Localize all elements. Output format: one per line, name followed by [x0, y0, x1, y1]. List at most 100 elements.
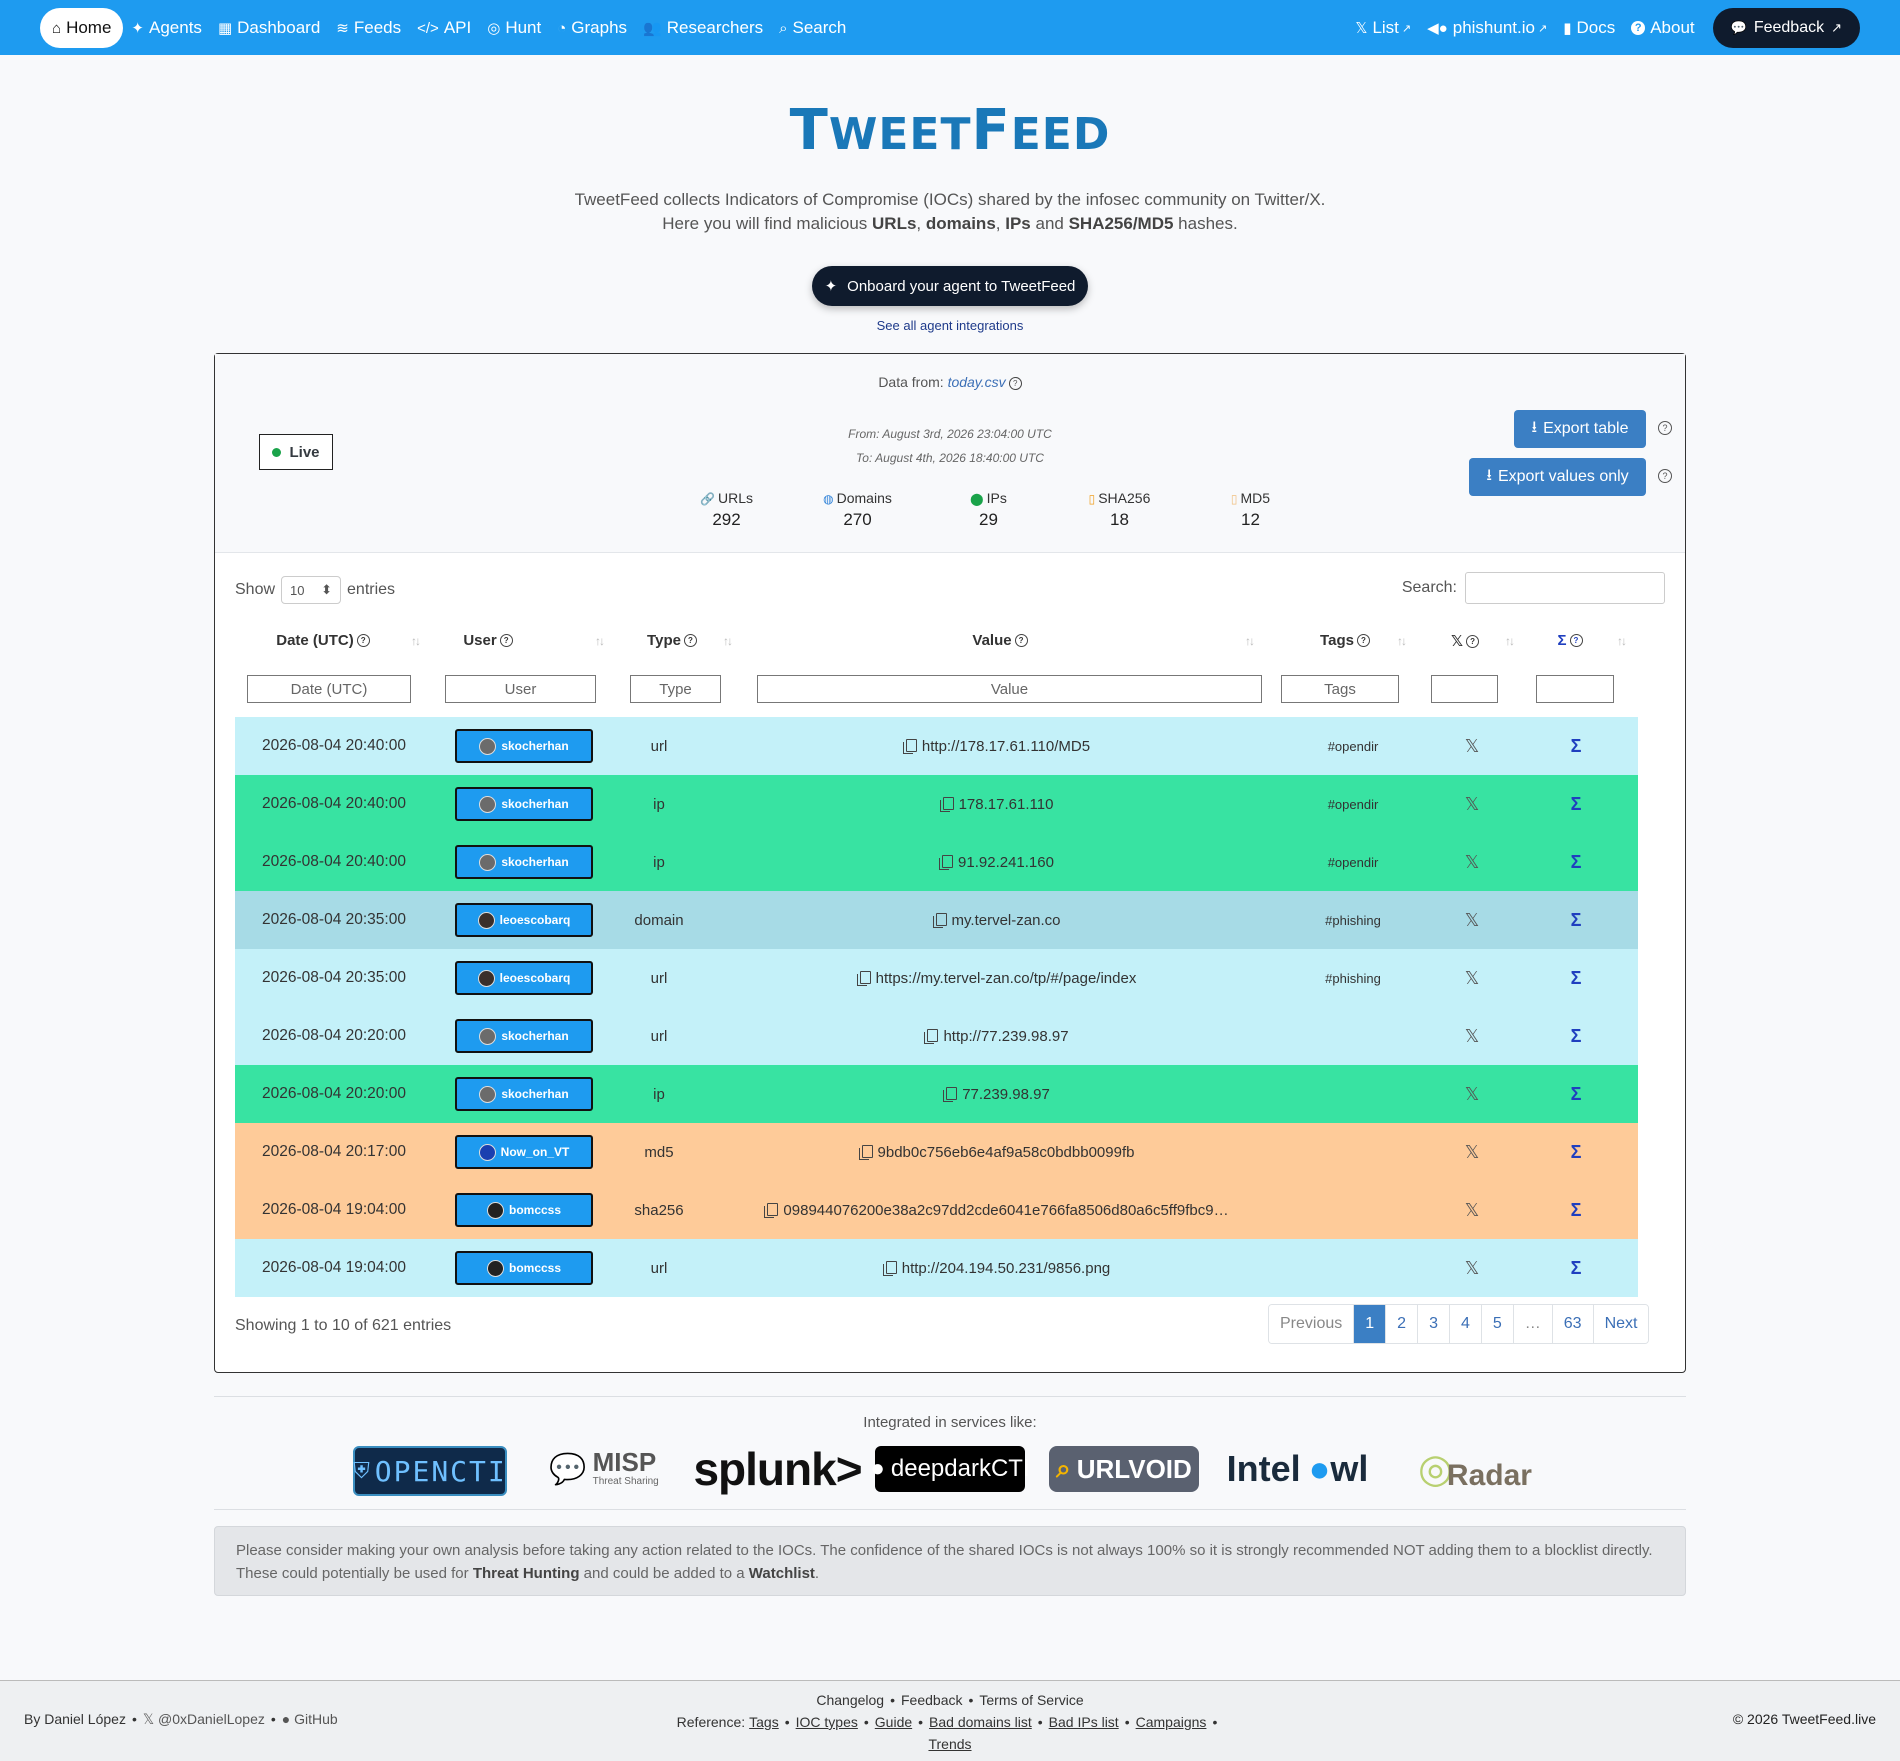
x-logo-icon[interactable]: 𝕏	[1457, 1084, 1487, 1105]
copy-icon[interactable]	[943, 1086, 958, 1102]
column-header-tweet[interactable]: 𝕏?	[1440, 632, 1490, 650]
sigma-icon[interactable]: Σ	[1561, 1142, 1591, 1163]
opencti-logo[interactable]: ⛨ OPENCTI	[353, 1446, 507, 1496]
nav-item-hunt[interactable]: ◎ Hunt	[479, 8, 549, 48]
x-logo-icon[interactable]: 𝕏	[1457, 1258, 1487, 1279]
nav-item-docs[interactable]: ▮ Docs	[1555, 8, 1623, 48]
sort-icon[interactable]: ↑↓	[1505, 634, 1515, 648]
copy-icon[interactable]	[764, 1202, 779, 1218]
sigma-icon[interactable]: Σ	[1561, 1084, 1591, 1105]
agent-integrations-link[interactable]: See all agent integrations	[0, 318, 1900, 333]
nav-item-about[interactable]: ? About	[1623, 8, 1702, 48]
copy-icon[interactable]	[856, 970, 871, 986]
nav-item-phishunt-io[interactable]: ◀● phishunt.io ↗	[1419, 8, 1555, 48]
page-2[interactable]: 2	[1386, 1305, 1419, 1343]
copy-icon[interactable]	[924, 1028, 939, 1044]
footer-link-bad-domains-list[interactable]: Bad domains list	[929, 1714, 1032, 1730]
column-header-date[interactable]: Date (UTC)?	[235, 632, 411, 649]
sigma-icon[interactable]: Σ	[1561, 1026, 1591, 1047]
onboard-agent-button[interactable]: ✦ Onboard your agent to TweetFeed	[812, 266, 1088, 306]
sort-icon[interactable]: ↑↓	[595, 634, 605, 648]
sigma-icon[interactable]: Σ	[1561, 1200, 1591, 1221]
help-icon[interactable]: ?	[1658, 421, 1672, 435]
intelowl-logo[interactable]: Intel ● wl	[1225, 1446, 1370, 1492]
help-icon[interactable]: ?	[1569, 634, 1583, 647]
help-icon[interactable]: ?	[1014, 634, 1028, 647]
filter-tags[interactable]: Tags	[1281, 675, 1399, 703]
nav-item-home[interactable]: ⌂ Home	[40, 8, 124, 48]
footer-link-campaigns[interactable]: Campaigns	[1136, 1714, 1207, 1730]
filter-sigma[interactable]	[1536, 675, 1614, 703]
footer-link-feedback[interactable]: Feedback	[901, 1692, 962, 1708]
export-values-button[interactable]: ⭳ Export values only	[1469, 458, 1646, 496]
sigma-icon[interactable]: Σ	[1561, 1258, 1591, 1279]
footer-link-terms-of-service[interactable]: Terms of Service	[979, 1692, 1083, 1708]
column-header-type[interactable]: Type?	[637, 632, 707, 649]
footer-link-guide[interactable]: Guide	[875, 1714, 912, 1730]
sigma-icon[interactable]: Σ	[1561, 910, 1591, 931]
nav-item-agents[interactable]: ✦ Agents	[123, 8, 210, 48]
user-badge[interactable]: leoescobarq	[455, 903, 593, 937]
x-logo-icon[interactable]: 𝕏	[1457, 1142, 1487, 1163]
nav-item-api[interactable]: </> API	[409, 8, 479, 48]
page-next[interactable]: Next	[1593, 1305, 1649, 1343]
user-badge[interactable]: skocherhan	[455, 1077, 593, 1111]
page-1[interactable]: 1	[1354, 1305, 1387, 1343]
footer-link-bad-ips-list[interactable]: Bad IPs list	[1049, 1714, 1119, 1730]
help-icon[interactable]: ?	[683, 634, 697, 647]
urlvoid-logo[interactable]: ⌕ URLVOID	[1049, 1446, 1199, 1492]
user-badge[interactable]: bomccss	[455, 1193, 593, 1227]
help-icon[interactable]: ?	[1466, 634, 1480, 648]
copy-icon[interactable]	[939, 854, 954, 870]
user-badge[interactable]: leoescobarq	[455, 961, 593, 995]
user-badge[interactable]: skocherhan	[455, 1019, 593, 1053]
x-logo-icon[interactable]: 𝕏	[1457, 910, 1487, 931]
column-header-sigma[interactable]: Σ?	[1545, 632, 1595, 649]
help-icon[interactable]: ?	[1658, 469, 1672, 483]
page-5[interactable]: 5	[1481, 1305, 1514, 1343]
feedback-button[interactable]: 💬 Feedback ↗	[1712, 8, 1860, 48]
x-logo-icon[interactable]: 𝕏	[1457, 852, 1487, 873]
data-source-file[interactable]: today.csv	[948, 374, 1006, 390]
user-badge[interactable]: skocherhan	[455, 729, 593, 763]
radar-logo[interactable]: ◎ Radar	[1400, 1446, 1550, 1492]
user-badge[interactable]: bomccss	[455, 1251, 593, 1285]
column-header-value[interactable]: Value?	[935, 632, 1065, 649]
user-badge[interactable]: skocherhan	[455, 787, 593, 821]
sort-icon[interactable]: ↑↓	[723, 634, 733, 648]
copy-icon[interactable]	[902, 738, 917, 754]
sigma-icon[interactable]: Σ	[1561, 794, 1591, 815]
misp-logo[interactable]: 💬 MISP Threat Sharing	[534, 1446, 674, 1492]
help-icon[interactable]: ?	[1356, 634, 1370, 647]
page-size-select[interactable]: 10 ⬍	[281, 576, 342, 604]
user-badge[interactable]: skocherhan	[455, 845, 593, 879]
page-4[interactable]: 4	[1449, 1305, 1482, 1343]
nav-item-graphs[interactable]: ◔ Graphs	[549, 8, 635, 48]
page-previous[interactable]: Previous	[1269, 1305, 1355, 1343]
nav-item-search[interactable]: ⌕ Search	[771, 8, 854, 48]
sort-icon[interactable]: ↑↓	[1617, 634, 1627, 648]
deepdarkcti-logo[interactable]: ● deepdarkCTI	[870, 1446, 1030, 1492]
filter-tweet[interactable]	[1431, 675, 1498, 703]
help-icon[interactable]: ?	[356, 634, 370, 647]
sigma-icon[interactable]: Σ	[1561, 852, 1591, 873]
x-logo-icon[interactable]: 𝕏	[1457, 736, 1487, 757]
x-logo-icon[interactable]: 𝕏	[1457, 968, 1487, 989]
user-badge[interactable]: Now_on_VT	[455, 1135, 593, 1169]
copy-icon[interactable]	[932, 912, 947, 928]
help-icon[interactable]: ?	[1008, 376, 1022, 390]
sort-icon[interactable]: ↑↓	[1397, 634, 1407, 648]
filter-date[interactable]: Date (UTC)	[247, 675, 411, 703]
sigma-icon[interactable]: Σ	[1561, 968, 1591, 989]
x-logo-icon[interactable]: 𝕏	[1457, 1200, 1487, 1221]
copy-icon[interactable]	[939, 796, 954, 812]
splunk-logo[interactable]: splunk>	[693, 1443, 862, 1495]
nav-item-researchers[interactable]: 👥 Researchers	[635, 8, 771, 48]
filter-type[interactable]: Type	[630, 675, 721, 703]
filter-value[interactable]: Value	[757, 675, 1262, 703]
filter-user[interactable]: User	[445, 675, 596, 703]
page-3[interactable]: 3	[1418, 1305, 1450, 1343]
column-header-tags[interactable]: Tags?	[1310, 632, 1380, 649]
copy-icon[interactable]	[858, 1144, 873, 1160]
nav-item-feeds[interactable]: ≋ Feeds	[328, 8, 409, 48]
